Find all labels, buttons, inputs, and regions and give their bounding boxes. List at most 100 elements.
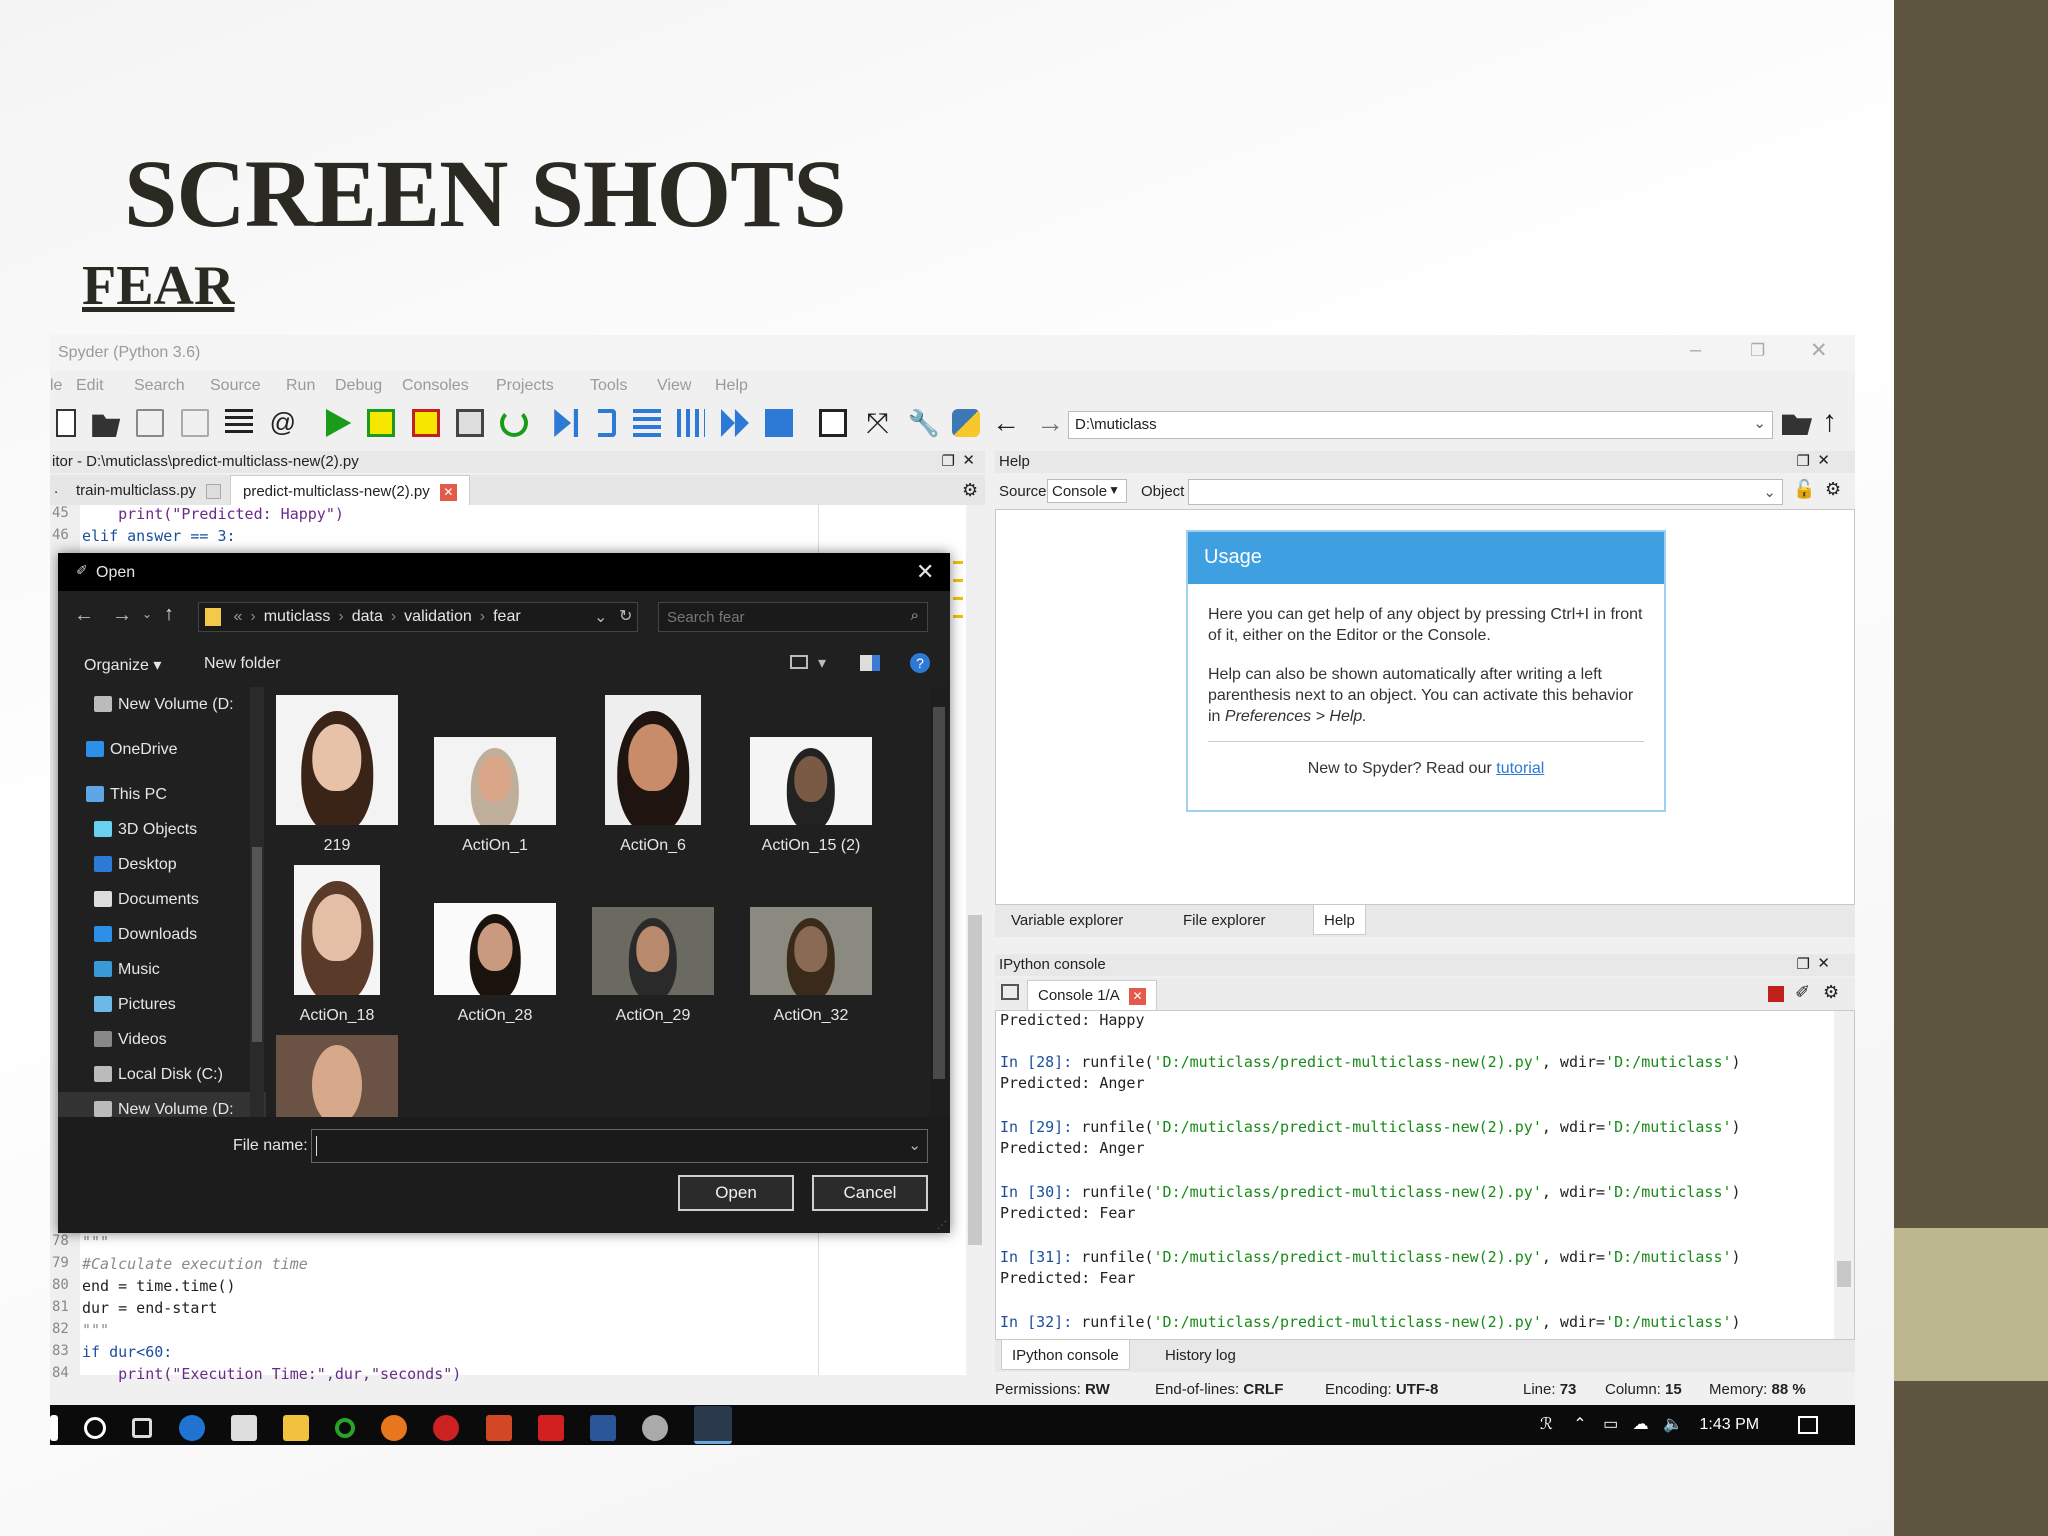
object-combobox[interactable]: ⌄ (1188, 479, 1783, 505)
tab-file-explorer[interactable]: File explorer (1173, 905, 1276, 935)
maximize-pane-icon[interactable] (819, 409, 848, 437)
sidebar-item[interactable]: Videos (58, 1022, 266, 1057)
minimize-button[interactable]: – (1690, 339, 1701, 362)
gear-icon[interactable]: ⚙ (1825, 479, 1841, 500)
sidebar-item[interactable]: New Volume (D: (58, 1092, 266, 1117)
sidebar-item[interactable]: This PC (58, 777, 266, 812)
breadcrumb-item[interactable]: data (352, 608, 383, 625)
file-thumbnail[interactable]: ActiOn_6 (592, 695, 714, 855)
tab-ipython-console[interactable]: IPython console (1001, 1340, 1130, 1370)
organize-button[interactable]: Organize ▾ (84, 655, 161, 675)
console-output[interactable]: Predicted: Happy In [28]: runfile('D:/mut… (995, 1010, 1855, 1340)
preview-pane-icon[interactable] (860, 655, 880, 671)
tutorial-link[interactable]: tutorial (1496, 760, 1544, 777)
sidebar-item[interactable]: Documents (58, 882, 266, 917)
breadcrumb-item[interactable]: muticlass (264, 608, 331, 625)
step-into-icon[interactable] (632, 409, 661, 437)
continue-icon[interactable] (720, 409, 749, 437)
word-icon[interactable] (589, 1415, 616, 1441)
files-scrollbar[interactable] (930, 687, 948, 1117)
open-button[interactable]: Open (678, 1175, 794, 1211)
menu-2[interactable]: Search (134, 377, 185, 395)
menu-4[interactable]: Run (286, 377, 315, 395)
file-thumbnail-partial[interactable] (276, 1035, 398, 1117)
menu-0[interactable]: le (50, 377, 62, 395)
close-window-button[interactable]: ✕ (1810, 338, 1828, 363)
file-thumbnail[interactable]: ActiOn_18 (276, 865, 398, 1025)
menu-1[interactable]: Edit (76, 377, 104, 395)
store-icon[interactable] (230, 1415, 257, 1441)
sidebar-scrollbar[interactable] (250, 687, 264, 1117)
recent-dropdown-icon[interactable]: ⌄ (142, 607, 152, 621)
forward-icon[interactable]: → (112, 604, 132, 627)
undock-icon[interactable]: ❐ (1797, 955, 1810, 973)
python-path-icon[interactable] (951, 409, 980, 437)
volume-icon[interactable]: 🔈 (1663, 1416, 1683, 1433)
menu-10[interactable]: Help (715, 377, 748, 395)
view-icon[interactable] (790, 655, 808, 669)
run-selection-icon[interactable] (455, 409, 484, 437)
chevron-down-icon[interactable]: ⌄ (908, 1136, 921, 1154)
network-icon[interactable]: ▭ (1603, 1416, 1618, 1433)
forward-arrow-icon[interactable]: → (1036, 409, 1064, 437)
open-folder-icon[interactable] (92, 414, 121, 437)
sidebar-item[interactable]: 3D Objects (58, 812, 266, 847)
file-explorer-icon[interactable] (282, 1415, 309, 1441)
close-pane-icon[interactable]: ✕ (1817, 954, 1830, 972)
chevron-down-icon[interactable]: ⌄ (594, 607, 607, 627)
task-view-icon[interactable] (132, 1418, 153, 1438)
close-tab-icon[interactable] (206, 483, 222, 499)
editor-scrollbar[interactable] (966, 505, 985, 1375)
rerun-icon[interactable] (499, 409, 528, 437)
tab-train-multiclass[interactable]: train-multiclass.py (64, 477, 234, 505)
menu-5[interactable]: Debug (335, 377, 382, 395)
new-file-icon[interactable] (56, 409, 76, 437)
close-pane-icon[interactable]: ✕ (1817, 451, 1830, 469)
sidebar-item[interactable]: Local Disk (C:) (58, 1057, 266, 1092)
up-icon[interactable]: ↑ (164, 603, 174, 626)
run-icon[interactable] (326, 409, 352, 437)
firefox-icon[interactable] (381, 1415, 408, 1441)
address-bar[interactable]: « › muticlass › data › validation › fear ⌄ ↻ (198, 602, 638, 632)
app-icon[interactable] (433, 1415, 460, 1441)
undock-icon[interactable]: ❐ (942, 452, 955, 470)
app-icon[interactable] (642, 1415, 669, 1441)
search-icon[interactable] (84, 1417, 107, 1439)
file-thumbnail[interactable]: ActiOn_15 (2) (750, 737, 872, 855)
start-icon[interactable] (50, 1415, 58, 1441)
tab-console-1[interactable]: Console 1/A ✕ (1027, 980, 1158, 1010)
people-icon[interactable]: ℛ (1540, 1416, 1553, 1433)
sidebar-item[interactable]: Downloads (58, 917, 266, 952)
tab-variable-explorer[interactable]: Variable explorer (1001, 905, 1133, 935)
breadcrumb-item[interactable]: validation (404, 608, 472, 625)
gear-icon[interactable]: ⚙ (1823, 982, 1839, 1003)
resize-grip-icon[interactable]: ⋰ (937, 1220, 947, 1231)
fullscreen-icon[interactable]: ⤧ (864, 409, 892, 437)
menu-9[interactable]: View (657, 377, 691, 395)
lock-icon[interactable]: 🔓 (1793, 479, 1815, 500)
breadcrumb-item[interactable]: « (233, 608, 242, 625)
tab-predict-multiclass[interactable]: predict-multiclass-new(2).py ✕ (230, 475, 470, 505)
debug-icon[interactable] (554, 409, 579, 437)
step-return-icon[interactable] (676, 409, 705, 437)
source-select[interactable]: Console ▼ (1047, 479, 1127, 503)
save-icon[interactable] (136, 409, 165, 437)
stop-debug-icon[interactable] (765, 409, 794, 437)
new-folder-button[interactable]: New folder (204, 655, 280, 673)
refresh-icon[interactable]: ↻ (619, 606, 632, 626)
filename-input[interactable]: ⌄ (311, 1129, 928, 1163)
close-tab-icon[interactable]: ✕ (439, 483, 457, 501)
run-cell-icon[interactable] (367, 409, 396, 437)
close-pane-icon[interactable]: ✕ (962, 451, 975, 469)
file-thumbnail[interactable]: ActiOn_1 (434, 737, 556, 855)
edge-icon[interactable] (178, 1415, 205, 1441)
close-dialog-button[interactable]: ✕ (916, 559, 934, 585)
acrobat-icon[interactable] (537, 1415, 564, 1441)
sidebar-item[interactable]: OneDrive (58, 732, 266, 767)
menu-6[interactable]: Consoles (402, 377, 469, 395)
wrench-icon[interactable]: 🔧 (908, 409, 940, 437)
save-all-icon[interactable] (180, 409, 209, 437)
menu-7[interactable]: Projects (496, 377, 554, 395)
browser-icon[interactable] (335, 1418, 356, 1438)
step-icon[interactable] (598, 409, 617, 437)
